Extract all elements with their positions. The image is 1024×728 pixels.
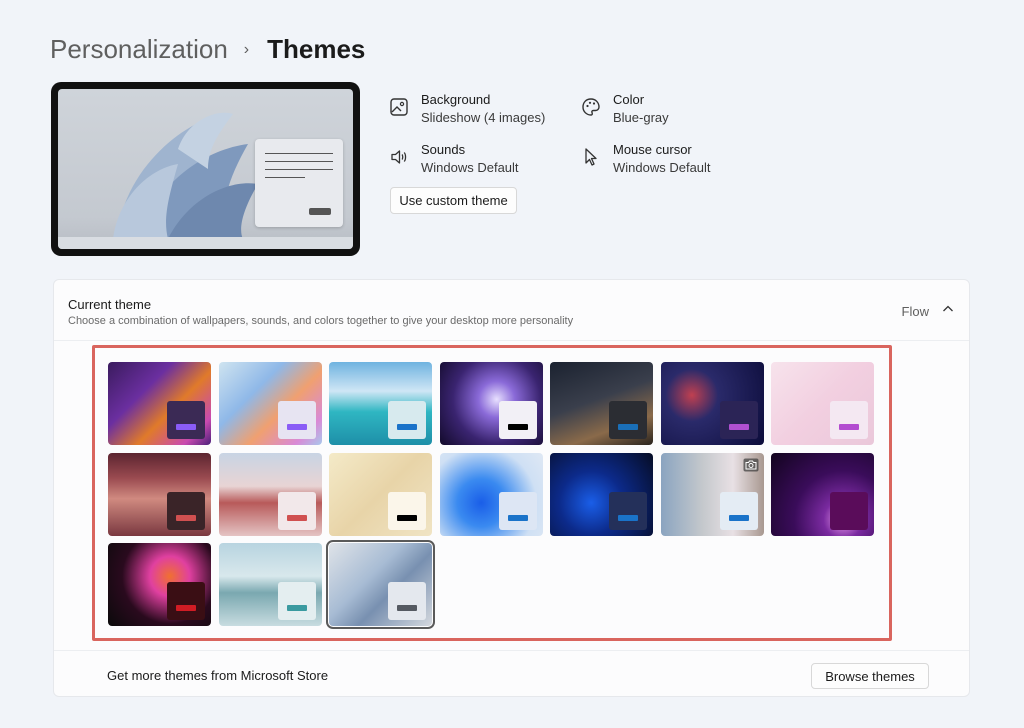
theme-accent-swatch [397,514,417,521]
theme-thumbnail[interactable] [108,543,211,626]
theme-thumbnail[interactable] [218,452,322,536]
theme-preview [51,82,360,256]
theme-thumbnail[interactable] [218,362,322,445]
get-more-themes-text: Get more themes from Microsoft Store [107,668,329,683]
theme-window-preview [167,582,205,620]
preview-window [255,139,343,227]
current-theme-header[interactable]: Current theme Choose a combination of wa… [54,280,969,341]
theme-window-preview [167,401,205,439]
theme-accent-swatch [397,605,417,611]
theme-accent-swatch [618,424,638,430]
background-label: Background [421,92,491,107]
preview-line [265,177,305,178]
theme-accent-swatch [507,514,528,521]
cursor-icon [585,148,597,166]
mouse-cursor-value: Windows Default [613,160,711,175]
breadcrumb: Personalization › Themes [50,34,365,65]
theme-thumbnail[interactable] [771,452,874,536]
theme-accent-swatch [839,514,859,521]
theme-window-preview [719,491,758,530]
preview-line [265,169,333,170]
theme-thumbnail[interactable] [329,452,432,536]
preview-taskbar [58,237,353,249]
theme-accent-swatch [176,514,196,521]
chevron-up-icon[interactable] [941,302,955,316]
theme-window-preview [719,401,758,439]
theme-window-preview [498,491,537,530]
preview-line [265,153,333,154]
mouse-cursor-label: Mouse cursor [613,142,692,157]
preview-screen [58,89,353,249]
theme-thumbnail[interactable] [108,362,211,445]
current-theme-title: Current theme [68,297,152,312]
theme-accent-swatch [728,424,749,430]
theme-accent-swatch [286,605,307,611]
theme-accent-swatch [397,424,417,430]
theme-thumbnail[interactable] [660,362,764,445]
theme-window-preview [167,491,205,530]
background-value: Slideshow (4 images) [421,110,546,125]
image-icon [390,98,408,116]
theme-thumbnail[interactable] [550,452,653,536]
theme-accent-swatch [507,424,528,430]
store-footer: Get more themes from Microsoft Store Bro… [54,650,969,699]
theme-thumbnail[interactable] [771,362,874,445]
theme-thumbnail[interactable] [218,543,322,626]
background-setting[interactable]: Background Slideshow (4 images) [389,91,545,127]
browse-themes-button[interactable]: Browse themes [811,663,929,689]
theme-window-preview [277,582,316,620]
theme-window-preview [277,401,316,439]
palette-icon [582,98,600,116]
theme-window-preview [609,401,647,439]
current-theme-value: Flow [901,304,929,319]
color-value: Blue-gray [613,110,669,125]
breadcrumb-personalization[interactable]: Personalization [50,34,228,65]
mouse-cursor-setting[interactable]: Mouse cursor Windows Default [581,141,711,177]
theme-thumbnail[interactable] [329,362,432,445]
theme-accent-swatch [286,514,307,521]
theme-thumbnail[interactable] [108,452,211,536]
color-label: Color [613,92,645,107]
theme-window-preview [830,491,868,530]
preview-button [309,208,331,215]
theme-window-preview [498,401,537,439]
theme-thumbnail[interactable] [326,540,435,629]
theme-thumbnail[interactable] [439,362,543,445]
theme-accent-swatch [176,424,196,430]
theme-thumbnail[interactable] [660,452,764,536]
sounds-setting[interactable]: Sounds Windows Default [389,141,519,177]
chevron-right-icon: › [243,40,250,58]
theme-window-preview [388,401,426,439]
theme-window-preview [609,491,647,530]
theme-window-preview [277,491,316,530]
theme-accent-swatch [728,514,749,521]
theme-thumbnail[interactable] [439,452,543,536]
theme-accent-swatch [286,424,307,430]
theme-window-preview [388,582,426,620]
sounds-value: Windows Default [421,160,519,175]
theme-thumbnail[interactable] [550,362,653,445]
theme-window-preview [830,401,868,439]
theme-accent-swatch [618,514,638,521]
use-custom-theme-button[interactable]: Use custom theme [390,187,517,214]
theme-window-preview [388,491,426,530]
page-title: Themes [267,34,366,64]
theme-accent-swatch [176,605,196,611]
camera-icon [743,458,758,471]
preview-line [265,161,333,162]
theme-accent-swatch [839,424,859,430]
speaker-icon [391,150,407,164]
current-theme-description: Choose a combination of wallpapers, soun… [68,315,574,327]
color-setting[interactable]: Color Blue-gray [581,91,669,127]
sounds-label: Sounds [421,142,466,157]
